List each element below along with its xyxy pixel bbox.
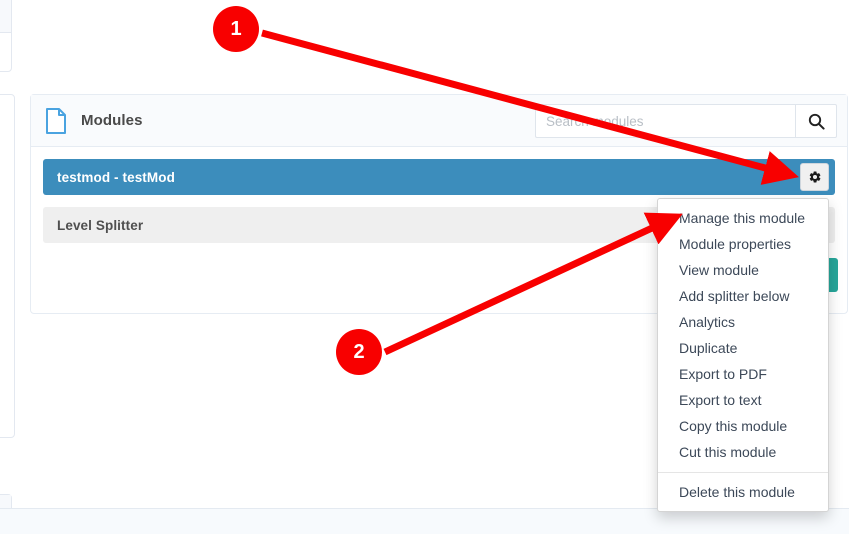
search-group bbox=[535, 104, 837, 138]
search-input[interactable] bbox=[535, 104, 795, 138]
edge-panel-top-header bbox=[0, 0, 11, 33]
edge-panel-top bbox=[0, 0, 12, 72]
app-root: Modules testmod - testMod bbox=[0, 0, 849, 534]
menu-item-copy-this-module[interactable]: Copy this module bbox=[658, 413, 828, 439]
menu-item-add-splitter-below[interactable]: Add splitter below bbox=[658, 283, 828, 309]
edge-panel-main bbox=[0, 94, 15, 438]
module-context-menu: Manage this module Module properties Vie… bbox=[657, 198, 829, 512]
page-title: Modules bbox=[81, 112, 143, 129]
menu-item-analytics[interactable]: Analytics bbox=[658, 309, 828, 335]
menu-item-delete-this-module[interactable]: Delete this module bbox=[658, 479, 828, 505]
annotation-marker-2: 2 bbox=[336, 329, 382, 375]
menu-item-module-properties[interactable]: Module properties bbox=[658, 231, 828, 257]
menu-item-manage-this-module[interactable]: Manage this module bbox=[658, 205, 828, 231]
menu-divider bbox=[658, 472, 828, 473]
menu-item-export-to-pdf[interactable]: Export to PDF bbox=[658, 361, 828, 387]
menu-item-view-module[interactable]: View module bbox=[658, 257, 828, 283]
menu-item-export-to-text[interactable]: Export to text bbox=[658, 387, 828, 413]
module-settings-gear-button[interactable] bbox=[800, 163, 829, 191]
module-row-testmod[interactable]: testmod - testMod bbox=[43, 159, 835, 195]
annotation-marker-1: 1 bbox=[213, 6, 259, 52]
menu-item-duplicate[interactable]: Duplicate bbox=[658, 335, 828, 361]
module-row-label: Level Splitter bbox=[57, 217, 144, 233]
search-icon bbox=[808, 113, 825, 130]
file-document-icon bbox=[46, 107, 66, 134]
module-row-label: testmod - testMod bbox=[57, 169, 175, 185]
menu-item-cut-this-module[interactable]: Cut this module bbox=[658, 439, 828, 465]
modules-card-header: Modules bbox=[31, 95, 847, 147]
gear-icon bbox=[809, 171, 820, 183]
search-button[interactable] bbox=[795, 104, 837, 138]
